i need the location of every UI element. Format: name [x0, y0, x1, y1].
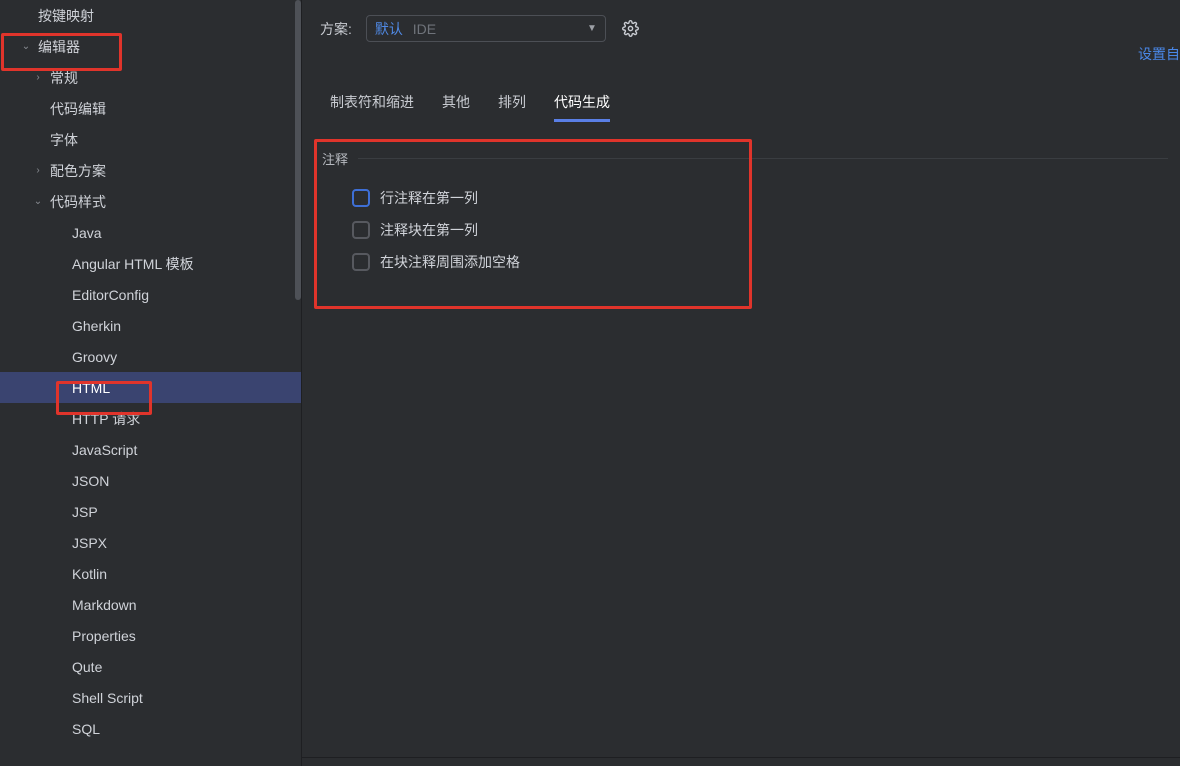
checkbox-label: 行注释在第一列 [380, 188, 478, 208]
sidebar-item-1[interactable]: ⌄ 编辑器 [0, 31, 301, 62]
divider [358, 158, 1168, 159]
sidebar: 按键映射 ⌄ 编辑器 › 常规 代码编辑 字体 › 配色方案 ⌄ 代码样式 Java Angular… [0, 0, 302, 766]
checkbox-row-0[interactable]: 行注释在第一列 [322, 182, 1168, 214]
sidebar-item-label: HTML [72, 380, 110, 396]
sidebar-item-label: 字体 [50, 130, 78, 150]
sidebar-item-17[interactable]: JSPX [0, 527, 301, 558]
sidebar-item-label: Java [72, 225, 102, 241]
sidebar-item-label: 配色方案 [50, 161, 106, 181]
sidebar-item-8[interactable]: Angular HTML 模板 [0, 248, 301, 279]
fieldset-legend: 注释 [322, 149, 348, 168]
sidebar-item-4[interactable]: 字体 [0, 124, 301, 155]
tab-1[interactable]: 其他 [442, 86, 470, 120]
tab-2[interactable]: 排列 [498, 86, 526, 120]
checkbox-row-1[interactable]: 注释块在第一列 [322, 214, 1168, 246]
sidebar-item-label: Gherkin [72, 318, 121, 334]
settings-link[interactable]: 设置自 [1138, 44, 1180, 64]
sidebar-item-label: 代码编辑 [50, 99, 106, 119]
sidebar-item-22[interactable]: Shell Script [0, 682, 301, 713]
sidebar-item-20[interactable]: Properties [0, 620, 301, 651]
chevron-down-icon: ⌄ [18, 41, 34, 52]
sidebar-item-label: Kotlin [72, 566, 107, 582]
sidebar-item-label: 按键映射 [38, 6, 94, 26]
scheme-value: 默认 [375, 21, 403, 37]
checkbox-label: 注释块在第一列 [380, 220, 478, 240]
tabs: 制表符和缩进其他排列代码生成 [302, 86, 1180, 121]
bottom-bar [302, 757, 1180, 766]
chevron-right-icon: › [30, 165, 46, 176]
sidebar-item-label: HTTP 请求 [72, 409, 140, 429]
chevron-none [30, 134, 46, 145]
chevron-none [30, 103, 46, 114]
scrollbar-thumb[interactable] [295, 0, 301, 300]
main-panel: 方案: 默认 IDE ▼ 设置自 制表符和缩进其他排列代码生成 注释 行注释在第… [302, 0, 1180, 766]
chevron-none [18, 10, 34, 21]
chevron-right-icon: › [30, 72, 46, 83]
scheme-label: 方案: [320, 19, 352, 39]
sidebar-item-6[interactable]: ⌄ 代码样式 [0, 186, 301, 217]
sidebar-item-label: 常规 [50, 68, 78, 88]
chevron-down-icon: ⌄ [30, 196, 46, 207]
tab-0[interactable]: 制表符和缩进 [330, 86, 414, 120]
sidebar-item-19[interactable]: Markdown [0, 589, 301, 620]
sidebar-item-16[interactable]: JSP [0, 496, 301, 527]
checkbox[interactable] [352, 221, 370, 239]
sidebar-item-label: Markdown [72, 597, 137, 613]
sidebar-item-3[interactable]: 代码编辑 [0, 93, 301, 124]
checkbox-row-2[interactable]: 在块注释周围添加空格 [322, 246, 1168, 278]
scheme-dropdown[interactable]: 默认 IDE ▼ [366, 15, 606, 42]
sidebar-item-label: Properties [72, 628, 136, 644]
sidebar-item-5[interactable]: › 配色方案 [0, 155, 301, 186]
sidebar-item-label: 代码样式 [50, 192, 106, 212]
scheme-trail: IDE [413, 21, 436, 37]
sidebar-item-label: EditorConfig [72, 287, 149, 303]
checkbox[interactable] [352, 189, 370, 207]
sidebar-item-11[interactable]: Groovy [0, 341, 301, 372]
sidebar-item-label: Angular HTML 模板 [72, 254, 194, 274]
sidebar-scrollbar[interactable] [295, 0, 301, 766]
sidebar-item-13[interactable]: HTTP 请求 [0, 403, 301, 434]
sidebar-item-label: JSP [72, 504, 98, 520]
sidebar-item-label: Groovy [72, 349, 117, 365]
comments-fieldset: 注释 行注释在第一列注释块在第一列在块注释周围添加空格 [314, 145, 1180, 294]
sidebar-item-7[interactable]: Java [0, 217, 301, 248]
checkbox-label: 在块注释周围添加空格 [380, 252, 520, 272]
sidebar-item-label: SQL [72, 721, 100, 737]
sidebar-item-label: JSPX [72, 535, 107, 551]
sidebar-item-10[interactable]: Gherkin [0, 310, 301, 341]
sidebar-item-9[interactable]: EditorConfig [0, 279, 301, 310]
sidebar-item-label: JSON [72, 473, 109, 489]
sidebar-item-14[interactable]: JavaScript [0, 434, 301, 465]
checkbox[interactable] [352, 253, 370, 271]
sidebar-item-12[interactable]: HTML [0, 372, 301, 403]
sidebar-item-21[interactable]: Qute [0, 651, 301, 682]
sidebar-item-23[interactable]: SQL [0, 713, 301, 744]
sidebar-item-2[interactable]: › 常规 [0, 62, 301, 93]
gear-icon[interactable] [620, 18, 642, 40]
sidebar-item-label: Shell Script [72, 690, 143, 706]
sidebar-item-15[interactable]: JSON [0, 465, 301, 496]
sidebar-item-label: 编辑器 [38, 37, 80, 57]
chevron-down-icon: ▼ [587, 23, 597, 34]
sidebar-item-0[interactable]: 按键映射 [0, 0, 301, 31]
sidebar-item-18[interactable]: Kotlin [0, 558, 301, 589]
sidebar-item-label: JavaScript [72, 442, 137, 458]
sidebar-item-label: Qute [72, 659, 102, 675]
tab-3[interactable]: 代码生成 [554, 86, 610, 120]
